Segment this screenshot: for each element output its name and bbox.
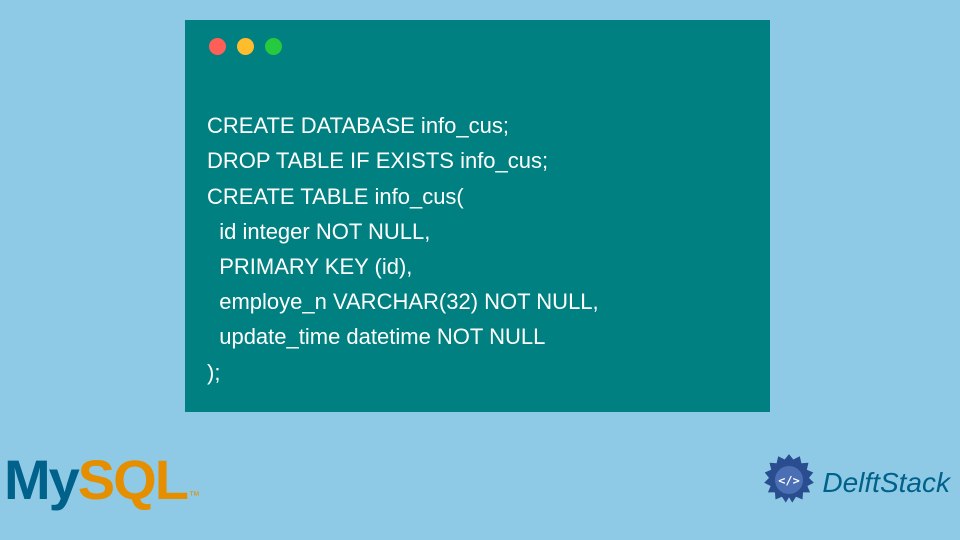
svg-text:</>: </>	[779, 473, 800, 487]
code-line: DROP TABLE IF EXISTS info_cus;	[207, 148, 548, 173]
sql-code-block: CREATE DATABASE info_cus; DROP TABLE IF …	[207, 73, 748, 390]
minimize-dot-icon	[237, 38, 254, 55]
close-dot-icon	[209, 38, 226, 55]
code-window: CREATE DATABASE info_cus; DROP TABLE IF …	[185, 20, 770, 412]
code-line: PRIMARY KEY (id),	[207, 254, 412, 279]
code-line: );	[207, 360, 220, 385]
delftstack-label: DelftStack	[822, 467, 950, 499]
delftstack-logo: </> DelftStack	[762, 453, 950, 512]
maximize-dot-icon	[265, 38, 282, 55]
delftstack-gear-icon: </>	[762, 453, 816, 512]
window-controls	[209, 38, 748, 55]
code-line: update_time datetime NOT NULL	[207, 324, 545, 349]
code-line: CREATE DATABASE info_cus;	[207, 113, 509, 138]
code-line: id integer NOT NULL,	[207, 219, 430, 244]
code-line: employe_n VARCHAR(32) NOT NULL,	[207, 289, 599, 314]
code-line: CREATE TABLE info_cus(	[207, 184, 464, 209]
mysql-logo-my: My	[4, 447, 78, 512]
mysql-logo-sql: SQL	[78, 447, 187, 512]
mysql-logo: MySQL™	[4, 447, 200, 512]
mysql-logo-tm: ™	[189, 490, 200, 502]
